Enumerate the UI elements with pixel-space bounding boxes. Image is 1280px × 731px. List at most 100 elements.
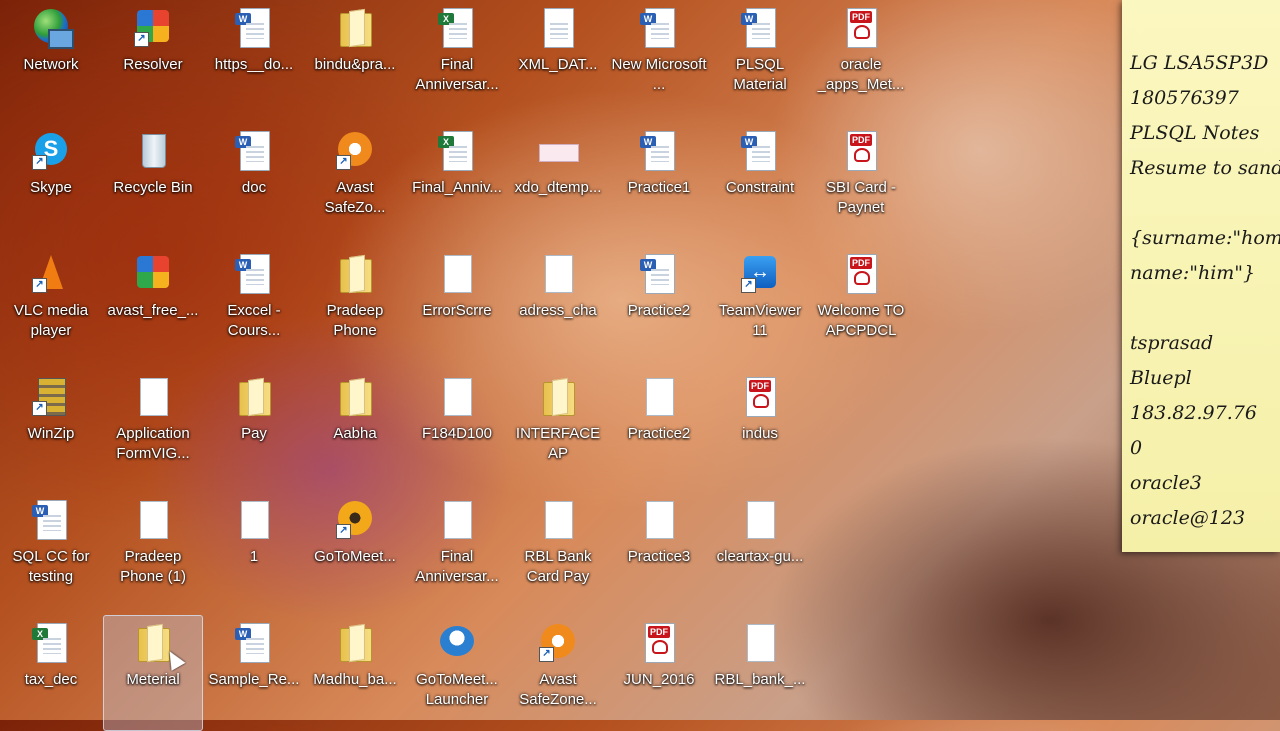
desktop-icon[interactable]: XML_DAT...: [508, 0, 608, 116]
desktop-icon[interactable]: W Practice1: [609, 123, 709, 239]
desktop-icon[interactable]: ↗ GoToMeet...: [305, 492, 405, 608]
blank-file-icon: [233, 499, 275, 541]
desktop-icon[interactable]: ↗ Resolver: [103, 0, 203, 116]
excel-spreadsheet-icon: X: [436, 7, 478, 49]
application-icon: [132, 253, 174, 295]
shortcut-arrow-icon: ↗: [336, 155, 351, 170]
sticky-note-line: Resume to sandeep: [1130, 157, 1280, 179]
desktop-icon[interactable]: Xtax_dec: [1, 615, 101, 731]
desktop-icon[interactable]: ↗ Avast SafeZone...: [508, 615, 608, 731]
desktop-icon[interactable]: W Exccel - Cours...: [204, 246, 304, 362]
desktop-icon-label: avast_free_...: [107, 302, 199, 319]
desktop-icon[interactable]: 1: [204, 492, 304, 608]
desktop-icon[interactable]: S ↗ Skype: [1, 123, 101, 239]
pdf-document-icon: PDF: [840, 130, 882, 172]
desktop-icon[interactable]: Pradeep Phone: [305, 246, 405, 362]
skype-icon: S ↗: [30, 130, 72, 172]
desktop-icon[interactable]: ↗ Avast SafeZo...: [305, 123, 405, 239]
desktop-icon[interactable]: PDF oracle _apps_Met...: [811, 0, 911, 116]
word-document-icon: W: [739, 130, 781, 172]
shortcut-arrow-icon: ↗: [32, 278, 47, 293]
desktop-icon[interactable]: xdo_dtemp...: [508, 123, 608, 239]
xdo-file-icon: [537, 130, 579, 172]
blank-file-icon: [739, 499, 781, 541]
desktop-icon[interactable]: bindu&pra...: [305, 0, 405, 116]
desktop-icon[interactable]: Network: [1, 0, 101, 116]
desktop-icon-label: indus: [742, 425, 778, 442]
desktop-icon[interactable]: ↗ VLC media player: [1, 246, 101, 362]
desktop-icon[interactable]: PDF SBI Card - Paynet: [811, 123, 911, 239]
desktop-icon[interactable]: PDF JUN_2016: [609, 615, 709, 731]
desktop-icon[interactable]: Wdoc: [204, 123, 304, 239]
desktop-icon[interactable]: W PLSQL Material: [710, 0, 810, 116]
desktop-icon-label: RBL_bank_...: [714, 671, 806, 688]
sticky-note-line: [1130, 291, 1280, 326]
desktop-icon-label: PLSQL Material: [733, 56, 787, 93]
desktop-icon[interactable]: Madhu_ba...: [305, 615, 405, 731]
desktop-icon-label: Exccel - Cours...: [227, 302, 281, 339]
desktop-icon[interactable]: Aabha: [305, 369, 405, 485]
desktop-icon[interactable]: RBL Bank Card Pay: [508, 492, 608, 608]
shortcut-arrow-icon: ↗: [539, 647, 554, 662]
desktop-icon[interactable]: cleartax-gu...: [710, 492, 810, 608]
desktop-icon-label: tax_dec: [24, 671, 78, 688]
desktop-icon[interactable]: W Sample_Re...: [204, 615, 304, 731]
blank-file-icon: [537, 499, 579, 541]
desktop-icon-label: GoToMeet... Launcher: [416, 671, 498, 708]
desktop-icon-label: Practice2: [627, 302, 691, 319]
desktop-icon[interactable]: PDF Welcome TO APCPDCL: [811, 246, 911, 362]
word-document-icon: W: [30, 499, 72, 541]
desktop-icon[interactable]: Final Anniversar...: [407, 492, 507, 608]
vlc-cone-icon: ↗: [30, 253, 72, 295]
desktop-icon[interactable]: PDF indus: [710, 369, 810, 485]
word-document-icon: W: [638, 7, 680, 49]
desktop-icon[interactable]: X Final_Anniv...: [407, 123, 507, 239]
blank-file-icon: [537, 253, 579, 295]
shortcut-arrow-icon: ↗: [741, 278, 756, 293]
desktop-icon[interactable]: Meterial: [103, 615, 203, 731]
desktop-icon[interactable]: W SQL CC for testing: [1, 492, 101, 608]
blank-file-icon: [436, 253, 478, 295]
teamviewer-icon: ↔ ↗: [739, 253, 781, 295]
desktop-icon[interactable]: Pay: [204, 369, 304, 485]
desktop-icon[interactable]: Whttps__do...: [204, 0, 304, 116]
sticky-note-line: Bluepl: [1130, 367, 1192, 389]
desktop-icon[interactable]: X Final Anniversar...: [407, 0, 507, 116]
sticky-note-line: oracle3: [1130, 472, 1202, 494]
desktop-icon[interactable]: Practice2: [609, 369, 709, 485]
sticky-note[interactable]: LG LSA5SP3D 180576397 PLSQL Notes Resume to…: [1122, 0, 1280, 552]
desktop-icon-label: Skype: [30, 179, 72, 196]
desktop-icon[interactable]: ↗ WinZip: [1, 369, 101, 485]
desktop-icon[interactable]: ErrorScrre: [407, 246, 507, 362]
pdf-document-icon: PDF: [840, 253, 882, 295]
desktop-icon[interactable]: F184D100: [407, 369, 507, 485]
desktop-icon-label: bindu&pra...: [314, 56, 396, 73]
avast-icon: ↗: [334, 130, 376, 172]
desktop-icon[interactable]: Pradeep Phone (1): [103, 492, 203, 608]
desktop-icon-label: xdo_dtemp...: [514, 179, 602, 196]
sticky-note-line: [1130, 186, 1280, 221]
recycle-bin-icon: [132, 130, 174, 172]
desktop-icon-label: Resolver: [123, 56, 183, 73]
blank-file-icon: [436, 499, 478, 541]
desktop-icon-label: Pradeep Phone (1): [120, 548, 186, 585]
desktop-icon-label: Constraint: [725, 179, 795, 196]
desktop-icon[interactable]: Recycle Bin: [103, 123, 203, 239]
desktop-icon[interactable]: INTERFACE AP: [508, 369, 608, 485]
desktop: Network ↗ Resolver Whttps__do... bindu&pra..…: [0, 0, 1120, 731]
desktop-icon-label: https__do...: [214, 56, 294, 73]
shortcut-arrow-icon: ↗: [336, 524, 351, 539]
blank-file-icon: [132, 376, 174, 418]
desktop-icon[interactable]: GoToMeet... Launcher: [407, 615, 507, 731]
shortcut-arrow-icon: ↗: [32, 155, 47, 170]
desktop-icon[interactable]: Application FormVIG...: [103, 369, 203, 485]
desktop-icon[interactable]: Practice3: [609, 492, 709, 608]
desktop-icon[interactable]: W Constraint: [710, 123, 810, 239]
desktop-icon[interactable]: W Practice2: [609, 246, 709, 362]
desktop-icon[interactable]: ↔ ↗ TeamViewer 11: [710, 246, 810, 362]
desktop-icon[interactable]: RBL_bank_...: [710, 615, 810, 731]
desktop-icon[interactable]: avast_free_...: [103, 246, 203, 362]
word-document-icon: W: [233, 7, 275, 49]
desktop-icon[interactable]: W New Microsoft ...: [609, 0, 709, 116]
desktop-icon[interactable]: adress_cha: [508, 246, 608, 362]
